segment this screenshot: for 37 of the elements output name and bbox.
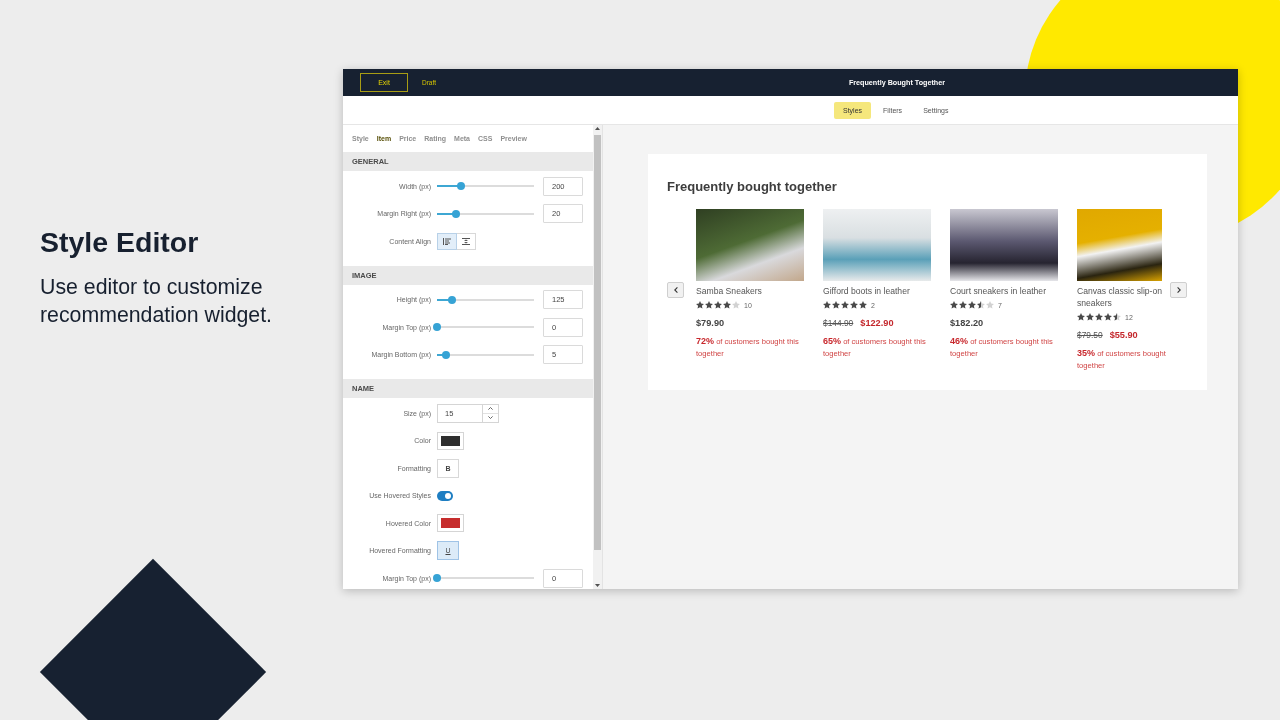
step-down-button[interactable] bbox=[483, 412, 498, 422]
chevron-left-icon bbox=[673, 287, 678, 293]
previous-button[interactable] bbox=[667, 282, 684, 298]
align-middle-icon bbox=[462, 237, 470, 245]
color-picker-button[interactable] bbox=[437, 514, 464, 533]
toggle-switch[interactable] bbox=[437, 490, 453, 501]
caret-down-icon[interactable] bbox=[595, 584, 600, 587]
widget-title: Frequently bought together bbox=[667, 179, 837, 195]
chevron-down-icon bbox=[488, 416, 493, 420]
color-picker-button[interactable] bbox=[437, 431, 464, 450]
slider-thumb[interactable] bbox=[447, 295, 456, 304]
align-left-icon bbox=[443, 237, 451, 245]
slider-thumb[interactable] bbox=[441, 350, 450, 359]
old-price: $144.90 bbox=[823, 318, 854, 328]
slider-thumb[interactable] bbox=[457, 182, 466, 191]
product-name: Samba Sneakers bbox=[696, 285, 762, 297]
product-name: Court sneakers in leather bbox=[950, 285, 1046, 297]
old-price: $79.50 bbox=[1077, 330, 1103, 340]
product-name: Gifford boots in leather bbox=[823, 285, 910, 297]
product-name: Canvas classic slip-on sneakers bbox=[1077, 285, 1163, 309]
next-button[interactable] bbox=[1170, 282, 1187, 298]
slider-thumb[interactable] bbox=[433, 323, 441, 332]
caret-up-icon[interactable] bbox=[595, 127, 600, 130]
chevron-up-icon bbox=[488, 407, 493, 411]
slider-thumb[interactable] bbox=[452, 209, 461, 218]
chevron-right-icon bbox=[1176, 287, 1181, 293]
scrollbar-thumb[interactable] bbox=[594, 135, 601, 550]
align-button[interactable] bbox=[456, 232, 476, 250]
page-description: Use editor to customize recommendation widget. bbox=[40, 274, 274, 329]
scrollbar[interactable] bbox=[593, 125, 602, 589]
page-heading: Style Editor bbox=[40, 225, 200, 260]
price: $79.90 bbox=[696, 318, 725, 328]
price: $182.20 bbox=[950, 318, 984, 328]
slider-thumb[interactable] bbox=[433, 574, 441, 583]
align-button[interactable] bbox=[437, 232, 457, 250]
price: $122.90 bbox=[860, 318, 894, 328]
price: $55.90 bbox=[1109, 330, 1138, 340]
